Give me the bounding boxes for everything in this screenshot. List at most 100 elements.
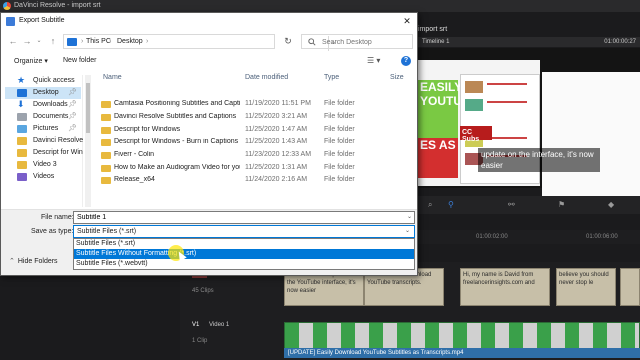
nav-item-label: Downloads	[33, 101, 68, 108]
column-type[interactable]: Type	[324, 74, 339, 81]
recent-chevron-icon[interactable]: ⌄	[33, 35, 45, 47]
file-list: Name Date modified Type Size Camtasia Po…	[93, 71, 417, 207]
file-row[interactable]: Fiverr - Colin 11/23/2020 12:33 AM File fo…	[93, 150, 417, 161]
chevron-right-icon[interactable]: ›	[146, 38, 148, 45]
green-thumbnail: EASILY YOUTUBE	[418, 80, 479, 138]
dialog-titlebar[interactable]: Export Subtitle ✕	[1, 13, 417, 30]
column-name[interactable]: Name	[103, 74, 122, 81]
download-icon: ⬇	[17, 99, 25, 109]
subtitle-clip[interactable]: Hi, my name is David from freelancerinsi…	[460, 268, 550, 306]
timeline-name[interactable]: Timeline 1	[422, 39, 449, 45]
folder-icon	[101, 177, 111, 184]
search-box[interactable]	[301, 34, 413, 49]
command-bar: Organize ▾ New folder ☰ ▾ ?	[1, 53, 417, 69]
file-name: Camtasia Positioning Subtitles and Capti…	[114, 100, 240, 107]
nav-item-label: Desktop	[33, 89, 59, 96]
video-thumb	[465, 81, 483, 93]
new-folder-button[interactable]: New folder	[63, 57, 96, 64]
chevron-right-icon[interactable]: ›	[109, 38, 111, 45]
timeline-ruler[interactable]: 01:00:02:00 01:00:06:00	[418, 230, 640, 244]
video-thumb	[465, 99, 483, 111]
app-title: DaVinci Resolve - import srt	[14, 2, 101, 9]
marker-icon[interactable]: ◆	[608, 201, 616, 209]
breadcrumb-desktop[interactable]: Desktop	[117, 38, 143, 45]
help-icon[interactable]: ?	[401, 56, 411, 66]
type-option-highlighted[interactable]: Subtitle Files Without Formatting (*.srt…	[74, 249, 414, 259]
nav-item-descript[interactable]: Descript for Win	[5, 147, 83, 159]
snap-icon[interactable]: ⚲	[448, 201, 456, 209]
file-name: How to Make an Audiogram Video for you	[114, 164, 240, 171]
file-name: Fiverr - Colin	[114, 151, 155, 158]
save-type-value: Subtitle Files (*.srt)	[77, 228, 137, 235]
nav-item-label: Pictures	[33, 125, 59, 132]
type-option[interactable]: Subtitle Files (*.webvtt)	[74, 259, 414, 269]
up-arrow-icon[interactable]: ↑	[47, 35, 59, 47]
nav-item-label: Quick access	[33, 77, 75, 84]
refresh-icon[interactable]: ↻	[282, 35, 294, 47]
search-input[interactable]	[322, 37, 410, 47]
organize-button[interactable]: Organize ▾	[14, 57, 48, 65]
forward-arrow-icon[interactable]: →	[21, 35, 33, 47]
track-label: Video 1	[209, 322, 230, 328]
folder-icon	[17, 149, 27, 157]
file-name-label: File name:	[41, 214, 74, 221]
file-name-input[interactable]	[73, 211, 415, 224]
nav-item-pictures[interactable]: Pictures 📌︎	[5, 123, 81, 135]
type-option[interactable]: Subtitle Files (*.srt)	[74, 239, 414, 249]
zoom-icon[interactable]: ⌕	[428, 201, 436, 209]
video-track-header: V1 Video 1 1 Clip	[180, 322, 280, 344]
subtitle-overlay: update on the interface, it's now easier	[478, 148, 600, 172]
save-type-select[interactable]: Subtitle Files (*.srt) ⌄	[73, 225, 415, 238]
address-row: ← → ⌄ ↑ › This PC › Desktop › ⌄ ↻	[1, 33, 417, 51]
app-titlebar: DaVinci Resolve - import srt	[0, 0, 640, 12]
scrollbar-thumb[interactable]	[86, 83, 90, 133]
nav-item-videos[interactable]: Videos	[5, 171, 81, 183]
video-clip[interactable]	[284, 322, 640, 350]
file-type: File folder	[324, 100, 355, 107]
timecode: 01:00:00:27	[604, 39, 636, 45]
nav-item-downloads[interactable]: ⬇ Downloads 📌︎	[5, 99, 81, 111]
file-row[interactable]: Release_x64 11/24/2020 2:16 AM File folder	[93, 175, 417, 186]
nav-item-desktop[interactable]: Desktop 📌︎	[5, 87, 81, 99]
back-arrow-icon[interactable]: ←	[7, 35, 19, 47]
nav-item-documents[interactable]: Documents 📌︎	[5, 111, 81, 123]
hide-folders-toggle[interactable]: ⌃ Hide Folders	[9, 257, 58, 265]
documents-icon	[17, 113, 27, 121]
nav-scrollbar[interactable]	[85, 75, 91, 207]
subtitle-clip[interactable]: believe you should never stop le	[556, 268, 616, 306]
file-row[interactable]: How to Make an Audiogram Video for you 11…	[93, 163, 417, 174]
chevron-right-icon[interactable]: ›	[81, 38, 83, 45]
link-icon[interactable]: ⚯	[508, 201, 516, 209]
breadcrumb-this-pc[interactable]: This PC	[86, 38, 111, 45]
column-headers: Name Date modified Type Size	[93, 71, 417, 85]
project-label: import srt	[418, 26, 448, 33]
folder-icon	[101, 165, 111, 172]
flag-icon[interactable]: ⚑	[558, 201, 566, 209]
nav-item-quick-access[interactable]: ★ Quick access	[5, 75, 81, 87]
file-date: 11/25/2020 1:43 AM	[245, 138, 308, 145]
address-bar[interactable]: › This PC › Desktop › ⌄	[63, 34, 336, 51]
file-type: File folder	[324, 164, 355, 171]
resolve-app-icon	[6, 17, 15, 26]
subtitle-clip[interactable]	[620, 268, 640, 306]
hide-folders-label: Hide Folders	[17, 258, 58, 265]
folder-icon	[17, 137, 27, 145]
transport-controls: ⌕ ⚲ ⚯ ⚑ ◆	[418, 196, 640, 214]
file-row[interactable]: Descript for Windows - Burn in Captions 1…	[93, 137, 417, 148]
column-date-modified[interactable]: Date modified	[245, 74, 288, 81]
file-row[interactable]: Descript for Windows 11/25/2020 1:47 AM Fi…	[93, 125, 417, 136]
chevron-down-icon[interactable]: ⌄	[407, 213, 412, 220]
file-row[interactable]: Davinci Resolve Subtitles and Captions 11…	[93, 112, 417, 123]
file-row[interactable]: Camtasia Positioning Subtitles and Capti…	[93, 99, 417, 110]
dialog-title: Export Subtitle	[19, 17, 65, 24]
folder-icon	[101, 127, 111, 134]
file-date: 11/25/2020 1:47 AM	[245, 126, 308, 133]
nav-item-davinci-resolve[interactable]: Davinci Resolve	[5, 135, 84, 147]
file-type: File folder	[324, 138, 355, 145]
cc-logo: CC Subs	[460, 126, 492, 143]
view-options-icon[interactable]: ☰ ▾	[367, 56, 380, 65]
nav-item-label: Davinci Resolve	[33, 137, 84, 144]
close-icon[interactable]: ✕	[399, 15, 415, 28]
column-size[interactable]: Size	[390, 74, 404, 81]
nav-item-video-3[interactable]: Video 3	[5, 159, 81, 171]
